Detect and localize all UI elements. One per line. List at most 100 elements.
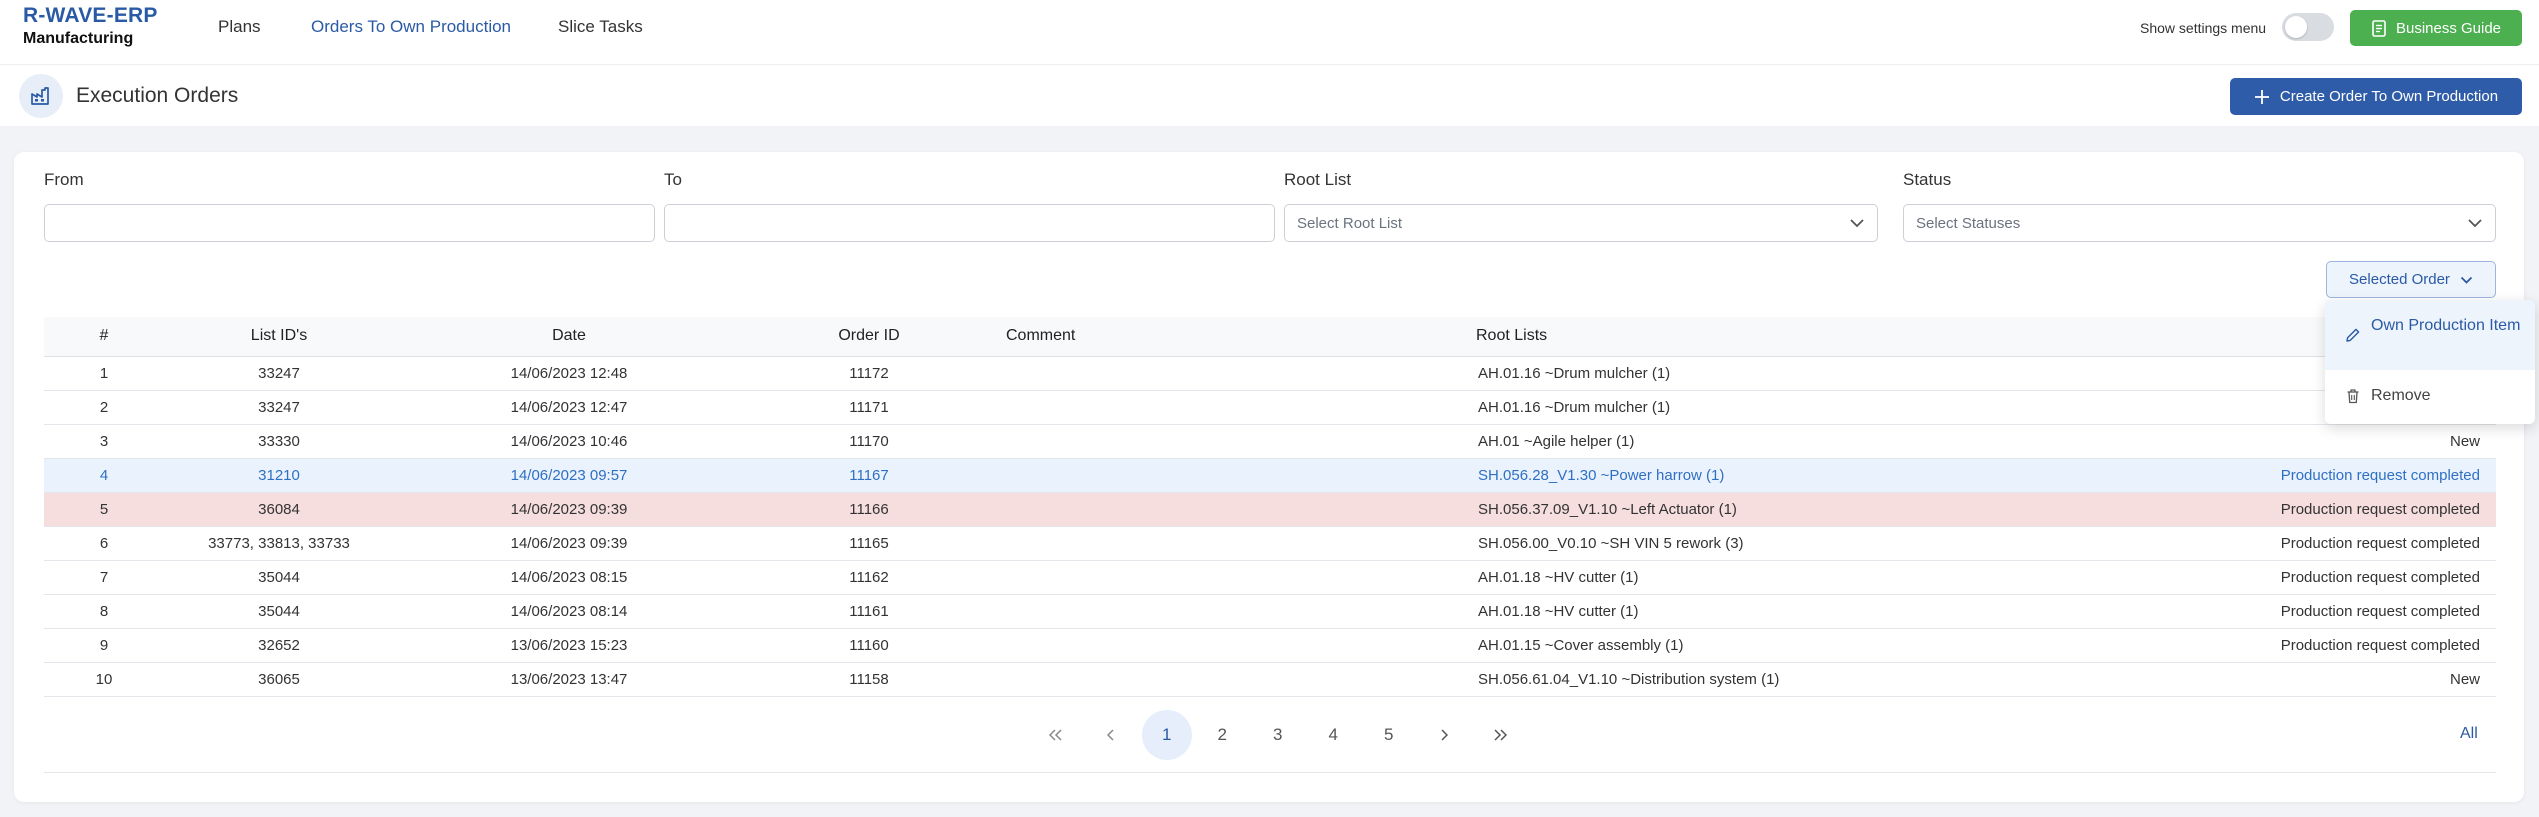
cell-order-id: 11172	[744, 356, 994, 391]
divider	[44, 772, 2496, 773]
menu-item-remove[interactable]: Remove	[2325, 374, 2535, 418]
cell-status: Production request completed	[1996, 594, 2496, 629]
business-guide-label: Business Guide	[2395, 19, 2502, 37]
cell-date: 14/06/2023 08:15	[394, 560, 744, 595]
root-list-placeholder: Select Root List	[1297, 214, 1403, 232]
cell-comment	[994, 356, 1476, 391]
cell-list-ids: 33247	[164, 356, 394, 391]
first-page-button[interactable]	[1028, 710, 1084, 760]
pencil-icon	[2346, 328, 2360, 342]
nav-orders-to-own-production[interactable]: Orders To Own Production	[311, 17, 511, 37]
col-header-date[interactable]: Date	[394, 317, 744, 357]
menu-item-label: Own Production Item	[2371, 317, 2521, 334]
col-header-comment[interactable]: Comment	[994, 317, 1476, 357]
chevron-left-icon	[1107, 729, 1114, 741]
settings-menu-toggle[interactable]	[2282, 13, 2334, 41]
cell-date: 14/06/2023 12:47	[394, 390, 744, 425]
root-list-select[interactable]: Select Root List	[1284, 204, 1878, 242]
cell-order-id: 11166	[744, 492, 994, 527]
table-row[interactable]: 8 35044 14/06/2023 08:14 11161 AH.01.18 ~HV …	[44, 594, 2496, 629]
selected-order-button[interactable]: Selected Order	[2326, 261, 2496, 298]
cell-root-list: AH.01.16 ~Drum mulcher (1)	[1476, 356, 1996, 391]
chevron-right-icon	[1441, 729, 1449, 741]
page-button-2[interactable]: 2	[1195, 710, 1251, 760]
cell-list-ids: 35044	[164, 594, 394, 629]
cell-comment	[994, 390, 1476, 425]
col-header-list-ids[interactable]: List ID's	[164, 317, 394, 357]
cell-root-list: SH.056.28_V1.30 ~Power harrow (1)	[1476, 458, 1996, 493]
page-button-4[interactable]: 4	[1306, 710, 1362, 760]
cell-date: 14/06/2023 08:14	[394, 594, 744, 629]
create-order-label: Create Order To Own Production	[2279, 88, 2499, 105]
chevron-down-icon	[2468, 219, 2482, 228]
table-row[interactable]: 9 32652 13/06/2023 15:23 11160 AH.01.15 ~Cov…	[44, 628, 2496, 663]
menu-item-own-production-item[interactable]: Own Production Item	[2325, 300, 2535, 370]
table-row[interactable]: 4 31210 14/06/2023 09:57 11167 SH.056.28_V1.…	[44, 458, 2496, 493]
cell-status: New	[1996, 662, 2496, 697]
page-title: Execution Orders	[76, 84, 239, 107]
to-date-input[interactable]	[664, 204, 1275, 242]
prev-page-button[interactable]	[1084, 710, 1140, 760]
cell-date: 14/06/2023 10:46	[394, 424, 744, 459]
cell-index: 1	[44, 356, 164, 391]
col-header-index[interactable]: #	[44, 317, 164, 357]
cell-status: Production request completed	[1996, 560, 2496, 595]
cell-comment	[994, 662, 1476, 697]
pagination: 1 2 3 4 5	[1028, 710, 1528, 760]
cell-root-list: AH.01.15 ~Cover assembly (1)	[1476, 628, 1996, 663]
nav-slice-tasks[interactable]: Slice Tasks	[558, 17, 643, 37]
table-row[interactable]: 7 35044 14/06/2023 08:15 11162 AH.01.18 ~HV …	[44, 560, 2496, 595]
from-date-input[interactable]	[44, 204, 655, 242]
table-row[interactable]: 2 33247 14/06/2023 12:47 11171 AH.01.16 ~Dru…	[44, 390, 2496, 425]
table-row[interactable]: 10 36065 13/06/2023 13:47 11158 SH.056.61.04…	[44, 662, 2496, 697]
page-button-5[interactable]: 5	[1361, 710, 1417, 760]
cell-list-ids: 33773, 33813, 33733	[164, 526, 394, 561]
book-icon	[2372, 19, 2386, 37]
table-row[interactable]: 3 33330 14/06/2023 10:46 11170 AH.01 ~Agile …	[44, 424, 2496, 459]
brand-title: R-WAVE-ERP	[23, 4, 158, 27]
cell-order-id: 11160	[744, 628, 994, 663]
double-chevron-left-icon	[1048, 729, 1062, 741]
toggle-knob	[2285, 16, 2307, 38]
cell-order-id: 11165	[744, 526, 994, 561]
cell-comment	[994, 492, 1476, 527]
cell-index: 9	[44, 628, 164, 663]
col-header-order-id[interactable]: Order ID	[744, 317, 994, 357]
show-all-link[interactable]: All	[2460, 725, 2478, 743]
cell-index: 3	[44, 424, 164, 459]
cell-order-id: 11162	[744, 560, 994, 595]
brand-logo[interactable]: R-WAVE-ERP Manufacturing	[23, 4, 158, 48]
cell-comment	[994, 594, 1476, 629]
cell-order-id: 11161	[744, 594, 994, 629]
page-number: 1	[1141, 710, 1192, 760]
table-header-row: # List ID's Date Order ID Comment Root L…	[44, 317, 2496, 357]
cell-date: 14/06/2023 12:48	[394, 356, 744, 391]
create-order-button[interactable]: Create Order To Own Production	[2230, 78, 2522, 115]
plus-icon	[2254, 89, 2269, 104]
cell-root-list: AH.01.18 ~HV cutter (1)	[1476, 560, 1996, 595]
last-page-button[interactable]	[1472, 710, 1528, 760]
page-button-3[interactable]: 3	[1250, 710, 1306, 760]
business-guide-button[interactable]: Business Guide	[2350, 10, 2522, 46]
cell-comment	[994, 628, 1476, 663]
cell-date: 13/06/2023 13:47	[394, 662, 744, 697]
status-select[interactable]: Select Statuses	[1903, 204, 2496, 242]
trash-icon	[2347, 389, 2359, 404]
cell-list-ids: 36065	[164, 662, 394, 697]
cell-status: Production request completed	[1996, 628, 2496, 663]
nav-plans[interactable]: Plans	[218, 17, 261, 37]
cell-root-list: SH.056.37.09_V1.10 ~Left Actuator (1)	[1476, 492, 1996, 527]
table-row[interactable]: 6 33773, 33813, 33733 14/06/2023 09:39 1116…	[44, 526, 2496, 561]
cell-order-id: 11167	[744, 458, 994, 493]
cell-comment	[994, 526, 1476, 561]
cell-index: 7	[44, 560, 164, 595]
cell-list-ids: 36084	[164, 492, 394, 527]
page-button-1[interactable]: 1	[1139, 710, 1195, 760]
table-row[interactable]: 5 36084 14/06/2023 09:39 11166 SH.056.37.09_…	[44, 492, 2496, 527]
next-page-button[interactable]	[1417, 710, 1473, 760]
cell-status: Production request completed	[1996, 458, 2496, 493]
cell-list-ids: 32652	[164, 628, 394, 663]
col-header-root-lists[interactable]: Root Lists	[1476, 317, 1996, 357]
table-row[interactable]: 1 33247 14/06/2023 12:48 11172 AH.01.16 ~Dru…	[44, 356, 2496, 391]
cell-date: 13/06/2023 15:23	[394, 628, 744, 663]
